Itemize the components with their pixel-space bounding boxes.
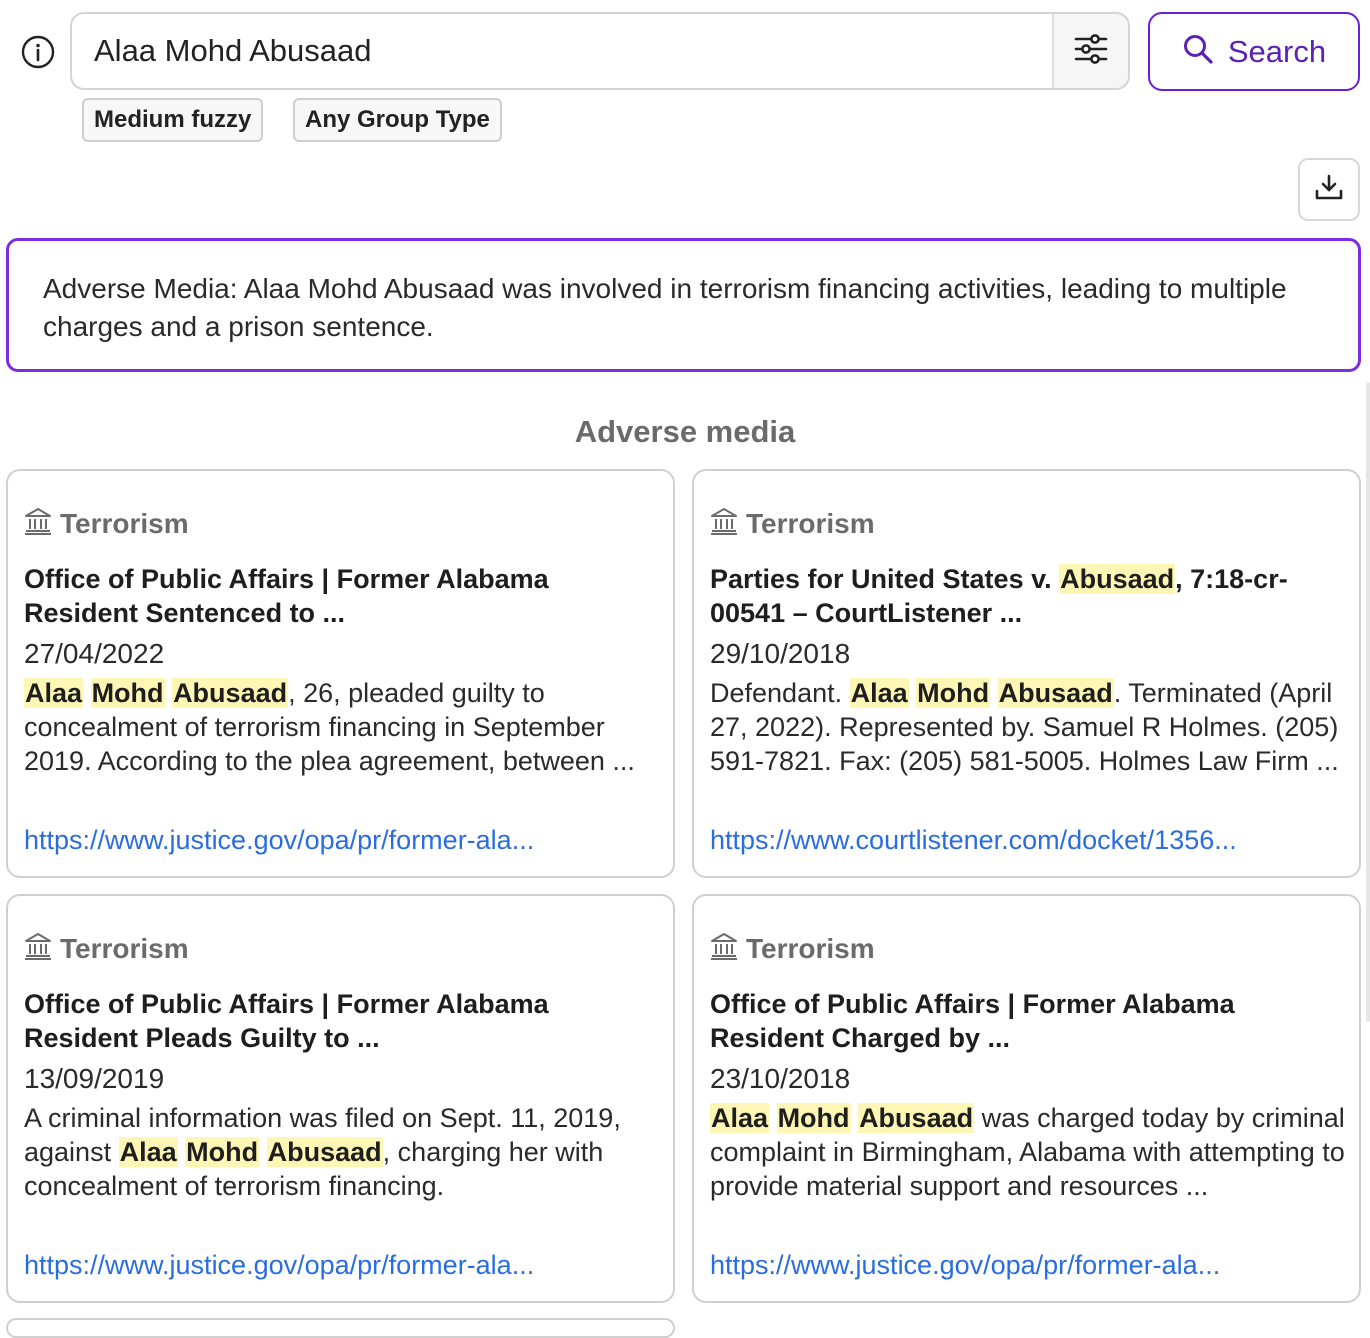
search-icon bbox=[1182, 33, 1214, 70]
card-category-label: Terrorism bbox=[60, 507, 189, 539]
card-category: Terrorism bbox=[710, 507, 875, 540]
info-icon[interactable] bbox=[21, 35, 55, 69]
search-button[interactable]: Search bbox=[1148, 12, 1360, 91]
highlight-term: Mohd bbox=[185, 1137, 260, 1167]
search-input[interactable] bbox=[94, 14, 1044, 88]
card-category-label: Terrorism bbox=[746, 507, 875, 539]
card-snippet: A criminal information was filed on Sept… bbox=[24, 1103, 621, 1201]
download-icon bbox=[1314, 172, 1344, 207]
highlight-term: Abusaad bbox=[172, 678, 289, 708]
group-type-chip[interactable]: Any Group Type bbox=[293, 98, 502, 142]
highlight-term: Mohd bbox=[916, 678, 991, 708]
download-button[interactable] bbox=[1298, 158, 1360, 221]
card-title[interactable]: Office of Public Affairs | Former Alabam… bbox=[710, 987, 1350, 1055]
highlight-term: Mohd bbox=[776, 1103, 851, 1133]
card-date: 23/10/2018 bbox=[710, 1063, 851, 1094]
card-snippet: Alaa Mohd Abusaad was charged today by c… bbox=[710, 1103, 1345, 1201]
institution-icon bbox=[710, 932, 738, 965]
media-card-partial bbox=[6, 1318, 675, 1338]
institution-icon bbox=[24, 932, 52, 965]
scrollbar[interactable] bbox=[1366, 382, 1370, 1022]
institution-icon bbox=[710, 507, 738, 540]
card-snippet: Defendant. Alaa Mohd Abusaad. Terminated… bbox=[710, 678, 1339, 776]
highlight-term: Alaa bbox=[849, 678, 909, 708]
card-link[interactable]: https://www.justice.gov/opa/pr/former-al… bbox=[710, 1248, 1220, 1282]
adverse-media-summary: Adverse Media: Alaa Mohd Abusaad was inv… bbox=[6, 238, 1361, 372]
sliders-icon bbox=[1074, 33, 1108, 70]
filter-settings-button[interactable] bbox=[1052, 14, 1128, 88]
card-link[interactable]: https://www.justice.gov/opa/pr/former-al… bbox=[24, 823, 534, 857]
fuzziness-chip[interactable]: Medium fuzzy bbox=[82, 98, 264, 142]
highlight-term: Mohd bbox=[90, 678, 165, 708]
institution-icon bbox=[24, 507, 52, 540]
card-snippet: Alaa Mohd Abusaad, 26, pleaded guilty to… bbox=[24, 678, 635, 776]
section-title: Adverse media bbox=[574, 414, 796, 449]
card-title[interactable]: Parties for United States v. Abusaad, 7:… bbox=[710, 562, 1350, 630]
highlight-term: Alaa bbox=[118, 1137, 178, 1167]
highlight-term: Abusaad bbox=[858, 1103, 975, 1133]
highlight-term: Abusaad bbox=[266, 1137, 383, 1167]
card-title[interactable]: Office of Public Affairs | Former Alabam… bbox=[24, 562, 664, 630]
card-category: Terrorism bbox=[24, 507, 189, 540]
highlight-term: Abusaad bbox=[997, 678, 1114, 708]
highlight-term: Abusaad bbox=[1059, 564, 1176, 594]
card-category: Terrorism bbox=[24, 932, 189, 965]
highlight-term: Alaa bbox=[24, 678, 84, 708]
card-category-label: Terrorism bbox=[60, 932, 189, 964]
card-date: 29/10/2018 bbox=[710, 638, 851, 669]
card-category: Terrorism bbox=[710, 932, 875, 965]
media-card[interactable]: Terrorism Parties for United States v. A… bbox=[692, 469, 1361, 878]
card-title[interactable]: Office of Public Affairs | Former Alabam… bbox=[24, 987, 664, 1055]
card-date: 13/09/2019 bbox=[24, 1063, 165, 1094]
card-date: 27/04/2022 bbox=[24, 638, 165, 669]
media-card[interactable]: Terrorism Office of Public Affairs | For… bbox=[6, 469, 675, 878]
media-card[interactable]: Terrorism Office of Public Affairs | For… bbox=[692, 894, 1361, 1303]
search-box bbox=[70, 12, 1130, 90]
media-card[interactable]: Terrorism Office of Public Affairs | For… bbox=[6, 894, 675, 1303]
card-link[interactable]: https://www.justice.gov/opa/pr/former-al… bbox=[24, 1248, 534, 1282]
highlight-term: Alaa bbox=[710, 1103, 770, 1133]
card-category-label: Terrorism bbox=[746, 932, 875, 964]
card-link[interactable]: https://www.courtlistener.com/docket/135… bbox=[710, 823, 1237, 857]
search-button-label: Search bbox=[1227, 33, 1327, 69]
